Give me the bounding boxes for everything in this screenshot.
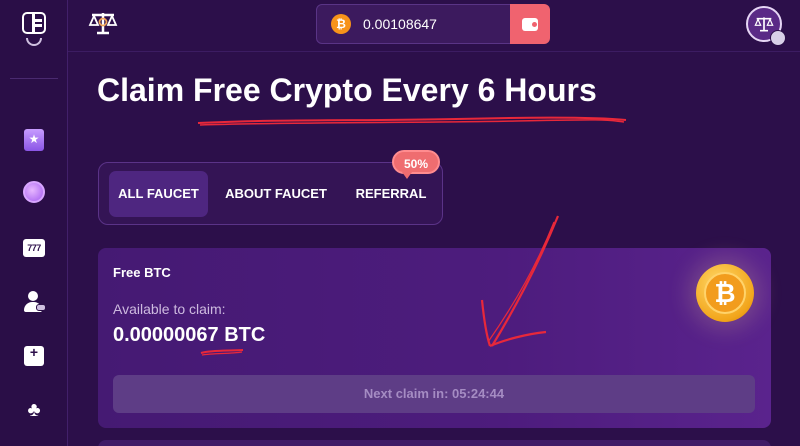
clock-icon[interactable] xyxy=(22,180,46,204)
bitcoin-icon: ₿ xyxy=(331,14,351,34)
sidebar-divider xyxy=(10,78,58,79)
balance-value: 0.00108647 xyxy=(363,16,437,32)
available-label: Available to claim: xyxy=(113,301,226,317)
cards-suits-icon[interactable]: ♣ xyxy=(22,398,46,422)
bitcoin-coin-icon: ₿ xyxy=(696,264,754,322)
amount-underline-annotation xyxy=(200,349,244,356)
card-title: Free BTC xyxy=(113,265,171,280)
balance-selector[interactable]: ₿ 0.00108647 xyxy=(316,4,538,44)
faucet-card: Free BTC Available to claim: 0.00000067 … xyxy=(98,248,771,428)
sidebar: ★ 777 ♣ xyxy=(0,0,68,446)
slot-777-label: 777 xyxy=(23,239,45,257)
avatar-status-badge xyxy=(770,30,786,46)
sidebar-scroll-indicator xyxy=(26,38,42,46)
referral-bonus-badge: 50% xyxy=(392,150,440,179)
faucet-tabs: ALL FAUCET ABOUT FAUCET REFERRAL xyxy=(98,162,443,225)
claim-amount: 0.00000067 BTC xyxy=(113,324,266,346)
sidebar-toggle-icon[interactable] xyxy=(22,12,46,34)
next-card-edge xyxy=(98,440,771,446)
wallet-icon xyxy=(522,17,538,31)
slot-777-icon[interactable]: 777 xyxy=(22,236,46,260)
star-badge-icon[interactable]: ★ xyxy=(22,128,46,152)
topbar: ₿ 0.00108647 xyxy=(68,0,800,52)
wallet-button[interactable] xyxy=(510,4,550,44)
avatar-logo-icon xyxy=(754,17,774,32)
red-underline-annotation xyxy=(197,116,627,126)
gift-box-icon[interactable] xyxy=(22,344,46,368)
tab-referral[interactable]: REFERRAL xyxy=(347,171,435,217)
user-card-icon[interactable] xyxy=(22,290,46,314)
avatar[interactable] xyxy=(746,6,786,46)
scales-logo-icon[interactable] xyxy=(88,8,118,38)
red-arrow-annotation xyxy=(480,215,560,348)
page-title: Claim Free Crypto Every 6 Hours xyxy=(97,72,597,108)
tab-about-faucet[interactable]: ABOUT FAUCET xyxy=(217,171,335,217)
next-claim-button[interactable]: Next claim in: 05:24:44 xyxy=(113,375,755,413)
tab-all-faucet[interactable]: ALL FAUCET xyxy=(109,171,208,217)
